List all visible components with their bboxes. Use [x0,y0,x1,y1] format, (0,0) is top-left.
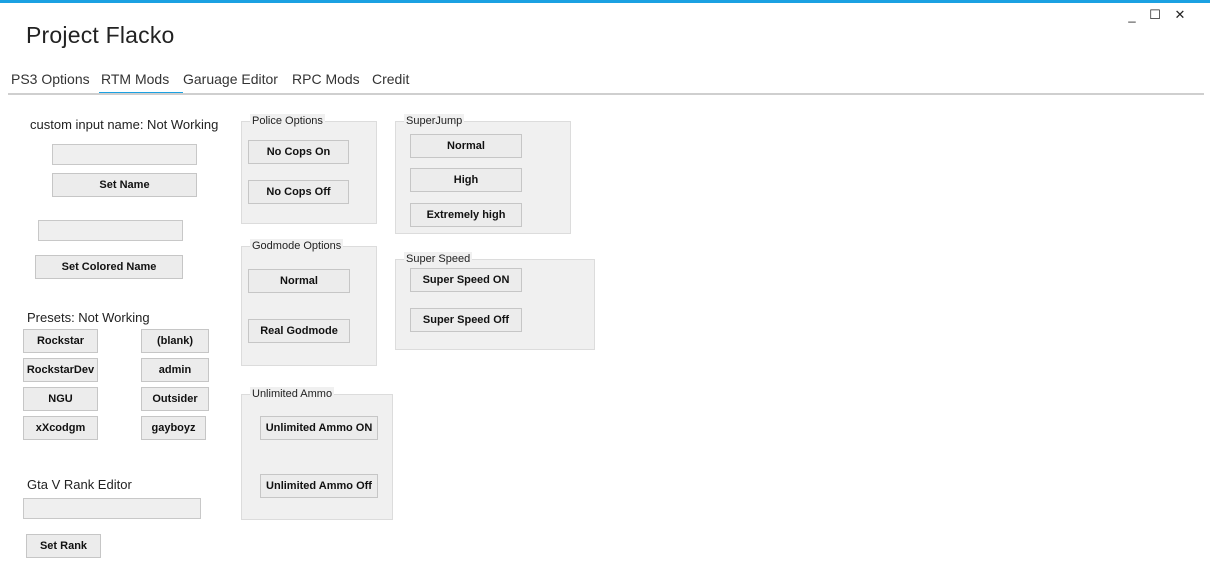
police-options-group: Police Options No Cops On No Cops Off [241,114,377,224]
godmode-options-title: Godmode Options [250,239,344,253]
preset-outsider-button[interactable]: Outsider [141,387,209,411]
unlimited-ammo-off-button[interactable]: Unlimited Ammo Off [260,474,378,498]
preset-blank-button[interactable]: (blank) [141,329,209,353]
preset-rockstardev-button[interactable]: RockstarDev [23,358,98,382]
superjump-high-button[interactable]: High [410,168,522,192]
tab-garuage-editor[interactable]: Garuage Editor [183,66,278,92]
presets-label: Presets: Not Working [27,310,150,325]
minimize-icon: _ [1128,7,1136,23]
rank-input[interactable] [23,498,201,519]
superjump-title: SuperJump [404,114,465,128]
super-speed-title: Super Speed [404,252,473,266]
maximize-icon: ☐ [1149,7,1161,22]
preset-gayboyz-button[interactable]: gayboyz [141,416,206,440]
rank-editor-label: Gta V Rank Editor [27,477,132,492]
superjump-extremely-high-button[interactable]: Extremely high [410,203,522,227]
unlimited-ammo-on-button[interactable]: Unlimited Ammo ON [260,416,378,440]
maximize-button[interactable]: ☐ [1143,6,1167,24]
preset-ngu-button[interactable]: NGU [23,387,98,411]
super-speed-group: Super Speed Super Speed ON Super Speed O… [395,252,595,350]
custom-name-label: custom input name: Not Working [30,117,219,132]
unlimited-ammo-title: Unlimited Ammo [250,387,335,401]
minimize-button[interactable]: _ [1120,6,1144,24]
tab-ps3-options[interactable]: PS3 Options [11,66,90,92]
godmode-options-group: Godmode Options Normal Real Godmode [241,239,377,366]
tab-rtm-mods[interactable]: RTM Mods [98,66,184,95]
app-title: Project Flacko [26,22,175,48]
police-options-title: Police Options [250,114,325,128]
super-speed-on-button[interactable]: Super Speed ON [410,268,522,292]
superjump-group: SuperJump Normal High Extremely high [395,114,571,234]
set-name-button[interactable]: Set Name [52,173,197,197]
preset-rockstar-button[interactable]: Rockstar [23,329,98,353]
colored-name-input[interactable] [38,220,183,241]
godmode-normal-button[interactable]: Normal [248,269,350,293]
close-icon: ✕ [1174,7,1186,22]
custom-name-input[interactable] [52,144,197,165]
no-cops-on-button[interactable]: No Cops On [248,140,349,164]
no-cops-off-button[interactable]: No Cops Off [248,180,349,204]
set-colored-name-button[interactable]: Set Colored Name [35,255,183,279]
superjump-normal-button[interactable]: Normal [410,134,522,158]
real-godmode-button[interactable]: Real Godmode [248,319,350,343]
preset-admin-button[interactable]: admin [141,358,209,382]
unlimited-ammo-group: Unlimited Ammo Unlimited Ammo ON Unlimit… [241,387,393,520]
tab-credit[interactable]: Credit [372,66,409,92]
close-button[interactable]: ✕ [1168,6,1192,24]
preset-xxcodgm-button[interactable]: xXcodgm [23,416,98,440]
super-speed-off-button[interactable]: Super Speed Off [410,308,522,332]
tab-divider [8,93,1204,95]
tab-rpc-mods[interactable]: RPC Mods [292,66,360,92]
set-rank-button[interactable]: Set Rank [26,534,101,558]
accent-top-bar [0,0,1210,3]
